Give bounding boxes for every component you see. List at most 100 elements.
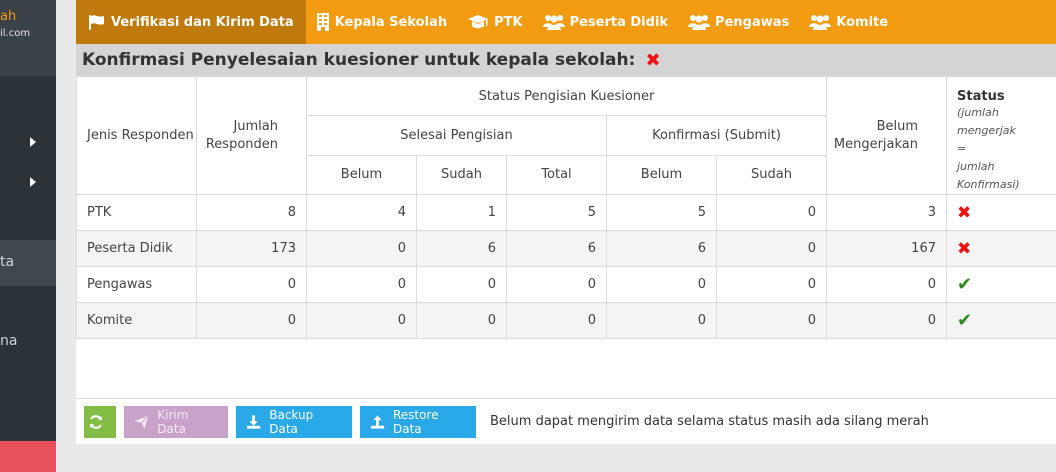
user-panel: ah il.com	[0, 0, 56, 76]
cross-icon: ✖	[957, 238, 972, 259]
refresh-icon	[89, 414, 103, 429]
cell-jumlah: 8	[196, 194, 307, 231]
cell-konfirmasi-sudah: 0	[716, 194, 827, 231]
tab-label: PTK	[494, 14, 523, 30]
cell-belum-mengerjakan: 3	[826, 194, 947, 231]
building-icon	[316, 13, 329, 31]
sidebar-item-label: ta	[0, 254, 15, 270]
cell-jumlah: 173	[196, 230, 307, 267]
chevron-right-icon[interactable]	[30, 137, 36, 147]
user-name: ah	[0, 9, 17, 24]
main-panel: Verifikasi dan Kirim Data Kepala Sekolah…	[76, 0, 1056, 444]
cell-status: ✖	[946, 194, 1056, 231]
tab-label: Verifikasi dan Kirim Data	[111, 14, 294, 30]
tab-komite[interactable]: Komite	[799, 0, 898, 44]
table-row: Komite 0 0 0 0 0 0 0 ✔	[76, 302, 1056, 339]
download-icon	[246, 414, 261, 429]
cell-jenis: Peserta Didik	[76, 230, 197, 267]
tab-label: Pengawas	[715, 14, 790, 30]
page-title: Konfirmasi Penyelesaian kuesioner untuk …	[82, 50, 636, 70]
col-selesai-pengisian: Selesai Pengisian	[306, 115, 607, 156]
tab-label: Peserta Didik	[569, 14, 669, 30]
flag-icon	[89, 15, 104, 30]
cell-konfirmasi-belum: 5	[606, 194, 717, 231]
kirim-data-button[interactable]: Kirim Data	[124, 405, 228, 438]
col-konfirmasi-belum: Belum	[606, 154, 717, 196]
cell-belum-mengerjakan: 0	[826, 266, 947, 303]
upload-icon	[370, 414, 385, 429]
cross-icon: ✖	[957, 202, 972, 223]
cell-belum-mengerjakan: 167	[826, 230, 947, 267]
kirim-data-label: Kirim Data	[157, 407, 189, 436]
cell-selesai-total: 6	[506, 230, 607, 267]
backup-data-label: Backup Data	[269, 407, 314, 436]
users-icon	[542, 15, 565, 30]
col-selesai-belum: Belum	[306, 154, 417, 196]
col-konfirmasi-submit: Konfirmasi (Submit)	[606, 115, 827, 156]
cell-selesai-belum: 0	[306, 230, 417, 267]
cell-selesai-sudah: 0	[416, 302, 507, 339]
kuesioner-table: Jenis Responden Jumlah Responden Status …	[76, 75, 1056, 339]
graduation-cap-icon	[468, 15, 489, 29]
tab-verifikasi[interactable]: Verifikasi dan Kirim Data	[76, 0, 306, 44]
cell-jumlah: 0	[196, 302, 307, 339]
chevron-right-icon[interactable]	[30, 177, 36, 187]
cell-selesai-belum: 0	[306, 266, 417, 303]
cell-jenis: PTK	[76, 194, 197, 231]
tab-label: Komite	[836, 14, 889, 30]
status-message: Belum dapat mengirim data selama status …	[490, 414, 929, 429]
restore-data-label: Restore Data	[392, 407, 439, 436]
users-icon	[688, 15, 711, 30]
cell-selesai-sudah: 6	[416, 230, 507, 267]
sidebar-footer-button[interactable]	[0, 441, 56, 472]
sidebar-item-label[interactable]: na	[0, 333, 17, 349]
col-konfirmasi-sudah: Sudah	[716, 154, 827, 196]
cell-selesai-sudah: 0	[416, 266, 507, 303]
action-bar: Kirim Data Backup Data Restore Data Belu…	[76, 398, 1056, 444]
tab-label: Kepala Sekolah	[334, 14, 448, 30]
col-status-note: =	[957, 142, 967, 155]
col-status-note: (jumlah mengerjak	[957, 106, 1016, 137]
col-status-title: Status	[957, 89, 1005, 104]
check-icon: ✔	[957, 310, 973, 331]
check-icon: ✔	[957, 274, 973, 295]
sidebar: ah il.com ta na	[0, 0, 56, 472]
cross-icon: ✖	[645, 49, 661, 71]
cell-status: ✔	[946, 266, 1056, 303]
tab-peserta-didik[interactable]: Peserta Didik	[533, 0, 678, 44]
cell-konfirmasi-sudah: 0	[716, 266, 827, 303]
cell-selesai-belum: 4	[306, 194, 417, 231]
cell-selesai-total: 0	[506, 266, 607, 303]
table-row: PTK 8 4 1 5 5 0 3 ✖	[76, 194, 1056, 231]
col-jumlah-responden: Jumlah Responden	[196, 76, 307, 195]
cell-jenis: Komite	[76, 302, 197, 339]
cell-status: ✔	[946, 302, 1056, 339]
col-selesai-sudah: Sudah	[416, 154, 507, 196]
backup-data-button[interactable]: Backup Data	[236, 405, 352, 438]
restore-data-button[interactable]: Restore Data	[360, 405, 476, 438]
tab-ptk[interactable]: PTK	[457, 0, 532, 44]
user-email: il.com	[0, 28, 31, 39]
cell-belum-mengerjakan: 0	[826, 302, 947, 339]
col-status-pengisian: Status Pengisian Kuesioner	[306, 75, 827, 117]
sidebar-item-active[interactable]: ta	[0, 240, 56, 286]
cell-status: ✖	[946, 230, 1056, 267]
refresh-button[interactable]	[84, 405, 116, 438]
col-status-note: jumlah Konfirmasi)	[957, 160, 1020, 191]
cell-selesai-belum: 0	[306, 302, 417, 339]
cell-konfirmasi-belum: 6	[606, 230, 717, 267]
cell-selesai-total: 0	[506, 302, 607, 339]
cell-konfirmasi-belum: 0	[606, 302, 717, 339]
cell-selesai-total: 5	[506, 194, 607, 231]
tab-kepala-sekolah[interactable]: Kepala Sekolah	[306, 0, 457, 44]
cell-konfirmasi-sudah: 0	[716, 302, 827, 339]
table-row: Pengawas 0 0 0 0 0 0 0 ✔	[76, 266, 1056, 303]
cell-konfirmasi-belum: 0	[606, 266, 717, 303]
tab-pengawas[interactable]: Pengawas	[678, 0, 799, 44]
col-selesai-total: Total	[506, 154, 607, 196]
section-heading: Konfirmasi Penyelesaian kuesioner untuk …	[76, 44, 1056, 76]
col-belum-mengerjakan: Belum Mengerjakan	[826, 76, 947, 195]
cell-konfirmasi-sudah: 0	[716, 230, 827, 267]
col-jenis-responden: Jenis Responden	[76, 76, 197, 195]
cell-selesai-sudah: 1	[416, 194, 507, 231]
